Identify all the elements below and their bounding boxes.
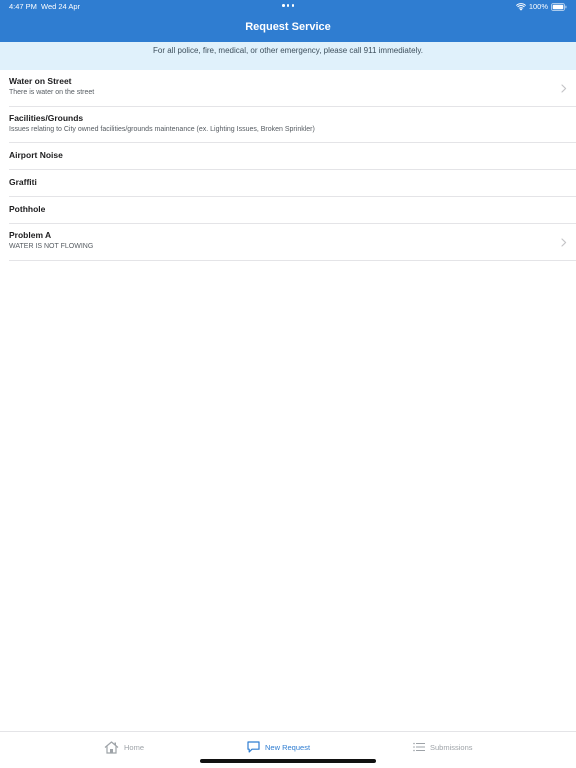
status-date: Wed 24 Apr — [41, 2, 81, 11]
list-item-airport-noise[interactable]: Airport Noise — [9, 143, 576, 170]
home-indicator[interactable] — [200, 759, 376, 763]
list-item-pothhole[interactable]: Pothhole — [9, 197, 576, 224]
list-item-title: Pothhole — [9, 204, 46, 214]
battery-percent: 100% — [528, 2, 548, 11]
battery-icon — [551, 3, 567, 11]
home-icon — [104, 740, 119, 754]
chevron-right-icon — [561, 238, 567, 247]
list-item-title: Airport Noise — [9, 150, 63, 160]
status-indicators: 100% — [515, 0, 567, 14]
page-title: Request Service — [245, 21, 331, 33]
emergency-banner: For all police, fire, medical, or other … — [0, 42, 576, 70]
tab-home[interactable]: Home — [104, 739, 144, 755]
tab-submissions[interactable]: Submissions — [413, 739, 473, 755]
wifi-icon — [515, 3, 526, 11]
list-item-subtitle: WATER IS NOT FLOWING — [9, 243, 94, 250]
list-item-subtitle: There is water on the street — [9, 89, 95, 96]
status-bar: 4:47 PM Wed 24 Apr 100% — [0, 0, 576, 14]
app-window: 4:47 PM Wed 24 Apr 100% Request Service … — [0, 0, 576, 768]
chevron-right-icon — [561, 84, 567, 93]
list-item-title: Problem A — [9, 230, 52, 240]
header: 4:47 PM Wed 24 Apr 100% Request Service — [0, 0, 576, 42]
tab-new-request-label: New Request — [265, 742, 311, 752]
list-item-water-on-street[interactable]: Water on Street There is water on the st… — [9, 70, 576, 107]
tab-new-request[interactable]: New Request — [247, 739, 310, 755]
tab-submissions-label: Submissions — [430, 742, 473, 752]
list-item-title: Water on Street — [9, 76, 72, 86]
list-item-problem-a[interactable]: Problem A WATER IS NOT FLOWING — [9, 224, 576, 261]
status-time: 4:47 PM — [9, 2, 37, 11]
list-item-facilities-grounds[interactable]: Facilities/Grounds Issues relating to Ci… — [9, 107, 576, 143]
tab-home-label: Home — [124, 742, 145, 752]
service-list: Water on Street There is water on the st… — [0, 70, 576, 261]
list-item-graffiti[interactable]: Graffiti — [9, 170, 576, 197]
list-icon — [413, 742, 425, 752]
multitasking-dots-icon[interactable] — [282, 4, 294, 8]
list-item-title: Graffiti — [9, 177, 37, 187]
chat-bubble-icon — [247, 741, 260, 753]
list-item-subtitle: Issues relating to City owned facilities… — [9, 125, 315, 133]
list-item-title: Facilities/Grounds — [9, 112, 84, 123]
